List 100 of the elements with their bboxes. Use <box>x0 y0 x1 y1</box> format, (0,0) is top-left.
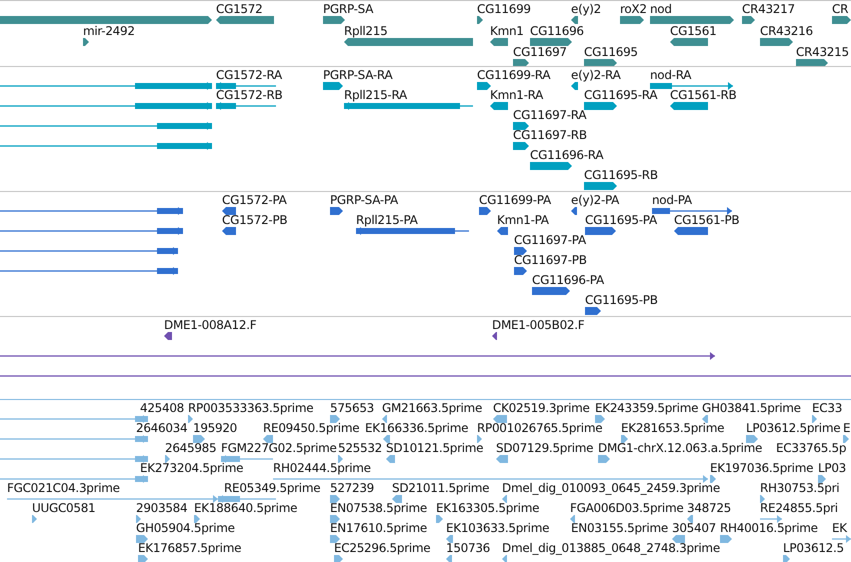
feature-label: RH30753.5pri <box>760 482 840 495</box>
feature-glyph-icon[interactable] <box>650 16 734 24</box>
feature-label: 527239 <box>330 482 374 495</box>
feature-glyph-icon[interactable] <box>585 227 616 235</box>
feature-label: FGC021C04.3prime <box>7 482 120 495</box>
feature-label: CG11696 <box>530 24 584 38</box>
feature-label: CG11699-RA <box>477 69 550 82</box>
feature-glyph-icon[interactable] <box>670 102 708 110</box>
feature-label: EK163305.5prime <box>436 502 540 515</box>
feature-label: LP03612.5 <box>783 542 844 555</box>
feature-label: Dmel_dig_010093_0645_2459.3prime <box>502 482 720 495</box>
feature-glyph-icon[interactable] <box>0 227 183 235</box>
feature-label: EC33765.5p <box>776 442 846 455</box>
feature-glyph-icon[interactable] <box>0 207 183 215</box>
feature-label: EK243359.5prime <box>595 402 698 415</box>
feature-label: PGRP-SA <box>323 3 374 16</box>
feature-label: 2903584 <box>136 502 188 515</box>
feature-label: nod <box>650 3 672 16</box>
feature-glyph-icon[interactable] <box>513 142 529 150</box>
feature-glyph-icon[interactable] <box>216 16 274 24</box>
feature-label: EN17610.5prime <box>330 522 427 535</box>
feature-glyph-icon[interactable] <box>620 16 644 24</box>
feature-glyph-icon[interactable] <box>0 247 178 255</box>
feature-glyph-icon[interactable] <box>479 207 491 215</box>
feature-glyph-icon[interactable] <box>652 207 732 215</box>
feature-glyph-icon[interactable] <box>344 38 473 46</box>
feature-glyph-icon[interactable] <box>585 307 601 315</box>
feature-label: CG1561 <box>670 24 716 38</box>
feature-label: CG1561-RB <box>670 89 736 102</box>
feature-label: 195920 <box>193 422 238 435</box>
feature-label: EC25296.5prime <box>334 542 430 555</box>
feature-label: 150736 <box>446 542 490 555</box>
feature-label: EN03155.5prime <box>571 522 668 535</box>
feature-glyph-icon[interactable] <box>344 102 473 110</box>
feature-label: SD21011.5prime <box>392 482 490 495</box>
feature-glyph-icon[interactable] <box>530 162 572 170</box>
feature-glyph-icon[interactable] <box>670 38 708 46</box>
feature-glyph-icon[interactable] <box>216 82 276 90</box>
feature-label: GH03841.5prime <box>702 402 801 415</box>
feature-glyph-icon[interactable] <box>164 332 172 340</box>
feature-glyph-icon[interactable] <box>477 16 483 24</box>
feature-glyph-icon[interactable] <box>477 82 491 90</box>
feature-label: EC33 <box>812 402 842 415</box>
feature-label: Kmn1-RA <box>490 89 544 102</box>
feature-label: CG1572-RB <box>216 89 282 102</box>
feature-label: DMG1-chrX.12.063.a.5prime <box>598 442 762 455</box>
feature-label: CG11697-RA <box>513 109 586 122</box>
feature-glyph-icon[interactable] <box>356 227 469 235</box>
feature-label: EK188640.5prime <box>194 502 298 515</box>
feature-glyph-icon[interactable] <box>492 332 497 340</box>
feature-glyph-icon[interactable] <box>0 352 715 360</box>
feature-glyph-icon[interactable] <box>571 207 577 215</box>
feature-label: RE09450.5prime <box>263 422 360 435</box>
feature-label: EK <box>832 522 847 535</box>
feature-label: CG11697 <box>513 46 567 59</box>
feature-glyph-icon[interactable] <box>0 82 212 90</box>
feature-glyph-icon[interactable] <box>532 287 570 295</box>
feature-label: CG11696-RA <box>530 149 604 162</box>
feature-glyph-icon[interactable] <box>650 82 733 90</box>
feature-label: GM21663.5prime <box>382 402 482 415</box>
feature-glyph-icon[interactable] <box>222 207 236 215</box>
feature-glyph-icon[interactable] <box>330 207 343 215</box>
feature-label: CG1572-PA <box>222 194 287 207</box>
feature-label: RE24855.5pri <box>760 502 838 515</box>
feature-label: RP001026765.5prime <box>477 422 602 435</box>
feature-glyph-icon[interactable] <box>513 59 529 67</box>
feature-glyph-icon[interactable] <box>742 16 755 24</box>
feature-glyph-icon[interactable] <box>0 267 178 275</box>
feature-glyph-icon[interactable] <box>513 122 529 130</box>
feature-label: EK176857.5prime <box>138 542 242 555</box>
feature-glyph-icon[interactable] <box>490 102 508 110</box>
feature-label: RH40016.5prime <box>720 522 818 535</box>
feature-label: roX2 <box>620 3 647 16</box>
feature-glyph-icon[interactable] <box>490 38 508 46</box>
feature-glyph-icon[interactable] <box>674 227 708 235</box>
feature-glyph-icon[interactable] <box>571 16 578 24</box>
feature-label: SD10121.5prime <box>386 442 484 455</box>
feature-glyph-icon[interactable] <box>323 16 345 24</box>
feature-glyph-icon[interactable] <box>222 227 236 235</box>
feature-glyph-icon[interactable] <box>530 38 572 46</box>
feature-glyph-icon[interactable] <box>216 102 276 110</box>
feature-label: DME1-005B02.F <box>492 319 584 332</box>
feature-label: 2645985 <box>165 442 216 455</box>
feature-glyph-icon[interactable] <box>760 38 793 46</box>
feature-glyph-icon[interactable] <box>323 82 343 90</box>
feature-glyph-icon[interactable] <box>514 247 527 255</box>
feature-label: Kmn1 <box>490 24 524 38</box>
feature-glyph-icon[interactable] <box>514 267 527 275</box>
feature-glyph-icon[interactable] <box>83 38 89 46</box>
feature-glyph-icon[interactable] <box>497 227 508 235</box>
feature-label: SD07129.5prime <box>496 442 594 455</box>
feature-glyph-icon[interactable] <box>832 16 851 24</box>
feature-glyph-icon[interactable] <box>0 102 212 110</box>
feature-glyph-icon[interactable] <box>584 182 617 190</box>
feature-glyph-icon[interactable] <box>0 122 212 130</box>
feature-label: 525532 <box>338 442 382 455</box>
feature-glyph-icon[interactable] <box>584 102 617 110</box>
feature-glyph-icon[interactable] <box>0 142 212 150</box>
feature-glyph-icon[interactable] <box>571 82 578 90</box>
feature-label: UUGC0581 <box>32 502 96 515</box>
